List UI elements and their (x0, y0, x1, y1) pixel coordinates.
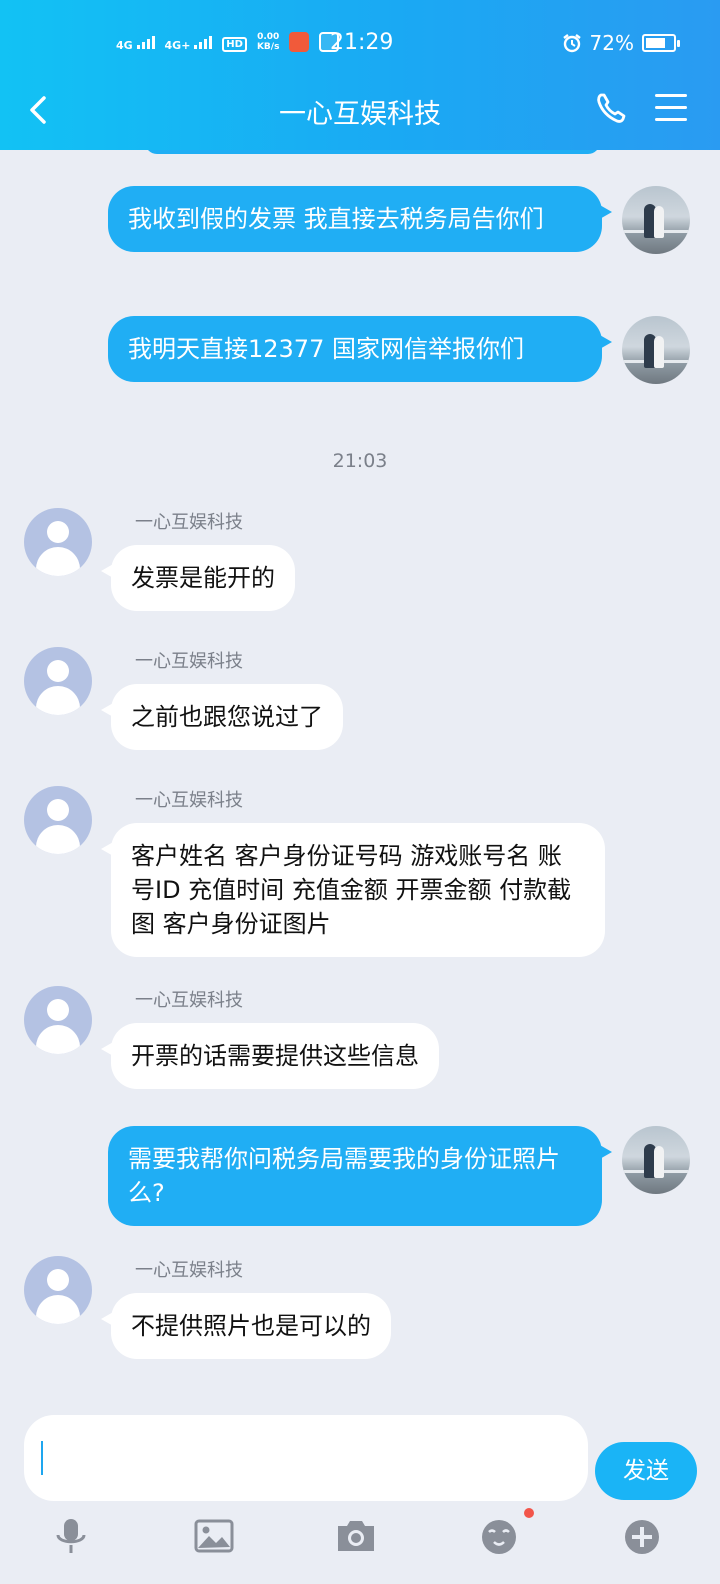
sender-name: 一心互娱科技 (135, 512, 243, 533)
network-4g: 4G (116, 35, 155, 52)
text-caret (41, 1441, 43, 1475)
speed-value: 0.00 (257, 32, 280, 42)
network-4g-plus-label: 4G+ (164, 39, 191, 52)
message-input[interactable] (24, 1415, 588, 1501)
speed-unit: KB/s (256, 42, 280, 52)
emoji-icon[interactable] (477, 1514, 521, 1558)
camera-icon[interactable] (334, 1514, 378, 1558)
network-indicators: 4G 4G+ HD 0.00 KB/s (116, 32, 340, 52)
phone-icon[interactable] (594, 90, 626, 126)
contact-avatar[interactable] (24, 508, 92, 576)
previous-message-bubble (145, 150, 600, 154)
message-bubble-sent[interactable]: 我收到假的发票 我直接去税务局告你们 (108, 186, 612, 252)
message-bubble-received[interactable]: 不提供照片也是可以的 (101, 1293, 391, 1359)
signal-icon (136, 35, 155, 49)
hd-voice-icon: HD (222, 37, 247, 52)
status-right: 72% (562, 31, 680, 55)
my-avatar[interactable] (622, 1126, 690, 1194)
menu-icon[interactable] (655, 94, 687, 124)
emoji-badge-dot (524, 1508, 534, 1518)
sender-name: 一心互娱科技 (135, 990, 243, 1011)
battery-percent: 72% (589, 31, 634, 55)
input-toolbar (0, 1510, 720, 1584)
my-avatar[interactable] (622, 186, 690, 254)
mic-icon[interactable] (49, 1514, 93, 1558)
message-bubble-received[interactable]: 之前也跟您说过了 (101, 684, 343, 750)
contact-avatar[interactable] (24, 647, 92, 715)
battery-icon (642, 34, 680, 52)
nav-bar: 一心互娱科技 (0, 80, 720, 140)
image-icon[interactable] (192, 1514, 236, 1558)
my-avatar[interactable] (622, 316, 690, 384)
message-bubble-received[interactable]: 开票的话需要提供这些信息 (101, 1023, 439, 1089)
sender-name: 一心互娱科技 (135, 1260, 243, 1281)
app-notification-icon (289, 32, 310, 52)
top-bar: 4G 4G+ HD 0.00 KB/s 21:29 72% 一心互娱科技 (0, 0, 720, 150)
network-4g-plus: 4G+ (165, 35, 213, 52)
contact-avatar[interactable] (24, 1256, 92, 1324)
plus-icon[interactable] (620, 1514, 664, 1558)
contact-avatar[interactable] (24, 986, 92, 1054)
message-timestamp: 21:03 (332, 450, 388, 472)
contact-avatar[interactable] (24, 786, 92, 854)
signal-icon (194, 35, 213, 49)
message-bubble-received[interactable]: 发票是能开的 (101, 545, 295, 611)
network-4g-label: 4G (116, 39, 133, 52)
status-bar: 4G 4G+ HD 0.00 KB/s 21:29 72% (0, 28, 720, 62)
sender-name: 一心互娱科技 (135, 651, 243, 672)
message-bubble-sent[interactable]: 我明天直接12377 国家网信举报你们 (108, 316, 612, 382)
network-speed: 0.00 KB/s (257, 32, 279, 52)
send-button[interactable]: 发送 (595, 1442, 697, 1500)
message-list: 我收到假的发票 我直接去税务局告你们 我明天直接12377 国家网信举报你们 2… (0, 150, 720, 1410)
message-bubble-sent[interactable]: 需要我帮你问税务局需要我的身份证照片么? (108, 1126, 612, 1226)
status-time: 21:29 (330, 30, 394, 55)
alarm-icon (562, 34, 581, 53)
sender-name: 一心互娱科技 (135, 790, 243, 811)
message-bubble-received[interactable]: 客户姓名 客户身份证号码 游戏账号名 账号ID 充值时间 充值金额 开票金额 付… (101, 823, 605, 957)
